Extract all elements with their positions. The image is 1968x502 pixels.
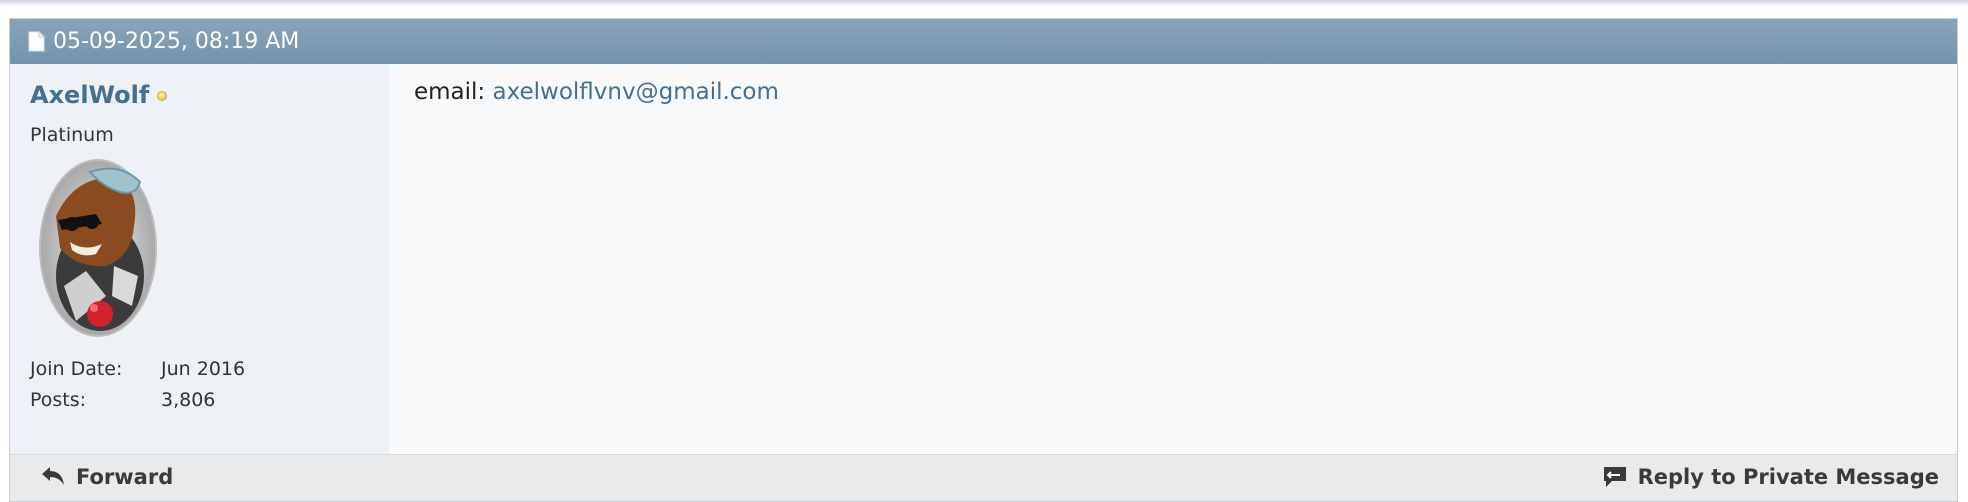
forward-label: Forward (76, 465, 174, 489)
stat-posts: Posts: 3,806 (30, 385, 245, 416)
email-link[interactable]: axelwolflvnv@gmail.com (493, 79, 779, 105)
reply-button[interactable]: Reply to Private Message (1602, 465, 1939, 489)
private-message-post: 05-09-2025, 08:19 AM AxelWolf Platinum J… (9, 18, 1958, 502)
stat-label: Join Date: (30, 358, 123, 380)
stat-value: 3,806 (161, 389, 216, 411)
reply-bubble-icon (1603, 467, 1626, 487)
user-stats: Join Date: Jun 2016 Posts: 3,806 (30, 354, 245, 416)
reply-label: Reply to Private Message (1637, 465, 1939, 489)
stat-value: Jun 2016 (161, 358, 246, 380)
post-date: 05-09-2025, 08:19 AM (53, 29, 300, 54)
document-icon (28, 31, 45, 52)
user-rank: Platinum (30, 124, 114, 146)
user-info-panel: AxelWolf Platinum Join Date: Jun 2016 Po… (10, 64, 389, 457)
stat-label: Posts: (30, 389, 87, 411)
avatar[interactable] (36, 156, 168, 338)
status-dot-icon (157, 91, 168, 101)
message-body-label: email: (414, 79, 486, 105)
forward-arrow-icon (42, 467, 64, 485)
forward-button[interactable]: Forward (40, 465, 173, 489)
message-content: email: axelwolflvnv@gmail.com (389, 64, 1957, 457)
post-footer: Forward Reply to Private Message (10, 454, 1957, 501)
top-shadow (0, 0, 1968, 6)
username-link[interactable]: AxelWolf (30, 81, 149, 109)
message-body: email: axelwolflvnv@gmail.com (414, 79, 779, 105)
stat-join-date: Join Date: Jun 2016 (30, 354, 245, 385)
post-header: 05-09-2025, 08:19 AM (10, 19, 1957, 65)
username-row: AxelWolf (30, 81, 168, 109)
